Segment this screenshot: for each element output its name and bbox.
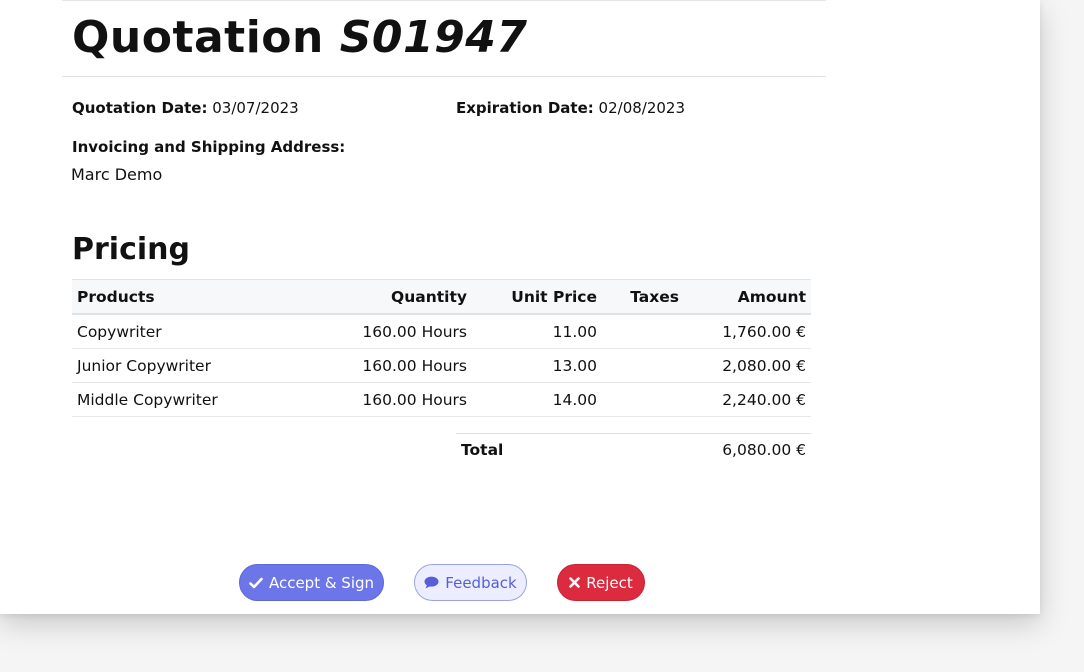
product-name: Junior Copywriter [72, 348, 282, 383]
expiration-date: Expiration Date: 02/08/2023 [456, 99, 685, 117]
total-value: 6,080.00 € [722, 441, 806, 459]
column-header-products: Products [72, 279, 282, 315]
table-row: Junior Copywriter 160.00 Hours 13.00 2,0… [72, 348, 811, 383]
product-taxes [602, 382, 684, 417]
accept-sign-button[interactable]: Accept & Sign [239, 564, 384, 601]
quotation-card: Quotation S01947 Quotation Date: 03/07/2… [0, 0, 1040, 614]
comment-icon [424, 576, 439, 589]
pricing-title: Pricing [72, 232, 190, 267]
column-header-taxes: Taxes [602, 279, 684, 315]
address-label: Invoicing and Shipping Address: [72, 138, 346, 156]
accept-sign-label: Accept & Sign [268, 573, 375, 592]
product-quantity: 160.00 Hours [282, 382, 472, 417]
product-amount: 2,240.00 € [684, 382, 811, 417]
product-amount: 2,080.00 € [684, 348, 811, 383]
reject-button[interactable]: Reject [557, 564, 645, 601]
product-unit-price: 11.00 [472, 314, 602, 349]
address-heading: Invoicing and Shipping Address: [72, 138, 345, 156]
feedback-button[interactable]: Feedback [414, 564, 527, 601]
product-quantity: 160.00 Hours [282, 314, 472, 349]
quotation-reference: S01947 [339, 12, 528, 63]
product-quantity: 160.00 Hours [282, 348, 472, 383]
table-row: Middle Copywriter 160.00 Hours 14.00 2,2… [72, 382, 811, 417]
column-header-amount: Amount [684, 279, 811, 315]
page-title: Quotation S01947 [72, 8, 527, 68]
feedback-label: Feedback [445, 573, 517, 592]
product-unit-price: 14.00 [472, 382, 602, 417]
quotation-date-value: 03/07/2023 [212, 99, 299, 117]
top-divider [62, 0, 826, 1]
pricing-table: Products Quantity Unit Price Taxes Amoun… [72, 279, 811, 417]
reject-label: Reject [586, 573, 633, 592]
table-row: Copywriter 160.00 Hours 11.00 1,760.00 € [72, 314, 811, 349]
product-unit-price: 13.00 [472, 348, 602, 383]
column-header-unit-price: Unit Price [472, 279, 602, 315]
address-value: Marc Demo [71, 165, 163, 184]
title-prefix: Quotation [72, 12, 324, 63]
product-taxes [602, 348, 684, 383]
product-name: Middle Copywriter [72, 382, 282, 417]
expiration-date-label: Expiration Date: [456, 99, 594, 117]
product-taxes [602, 314, 684, 349]
check-icon [249, 577, 263, 589]
product-name: Copywriter [72, 314, 282, 349]
quotation-date: Quotation Date: 03/07/2023 [72, 99, 299, 117]
title-divider [62, 76, 826, 77]
total-label: Total [461, 441, 504, 459]
expiration-date-value: 02/08/2023 [598, 99, 686, 117]
table-header-row: Products Quantity Unit Price Taxes Amoun… [72, 279, 811, 315]
column-header-quantity: Quantity [282, 279, 472, 315]
quotation-date-label: Quotation Date: [72, 99, 208, 117]
x-icon [569, 577, 581, 588]
total-row: Total 6,080.00 € [456, 433, 811, 466]
product-amount: 1,760.00 € [684, 314, 811, 349]
